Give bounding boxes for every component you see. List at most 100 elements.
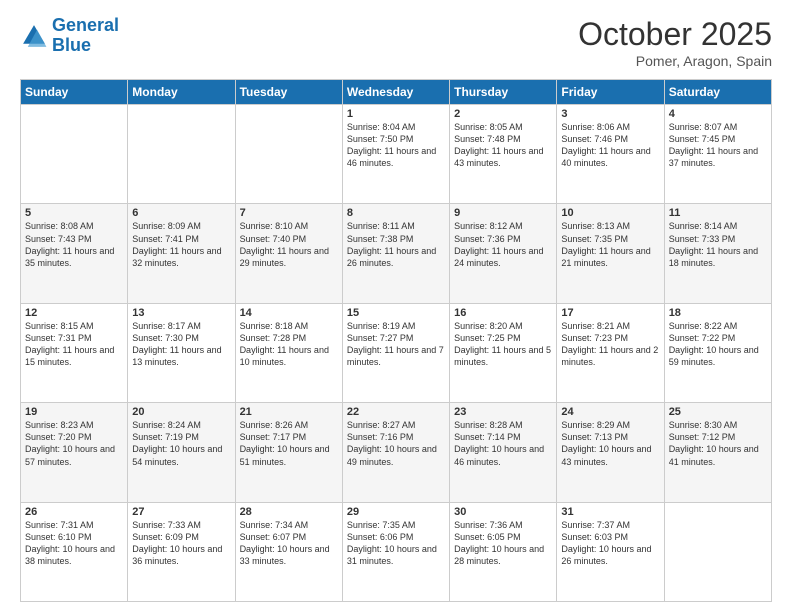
day-cell: 12Sunrise: 8:15 AM Sunset: 7:31 PM Dayli… [21,303,128,402]
day-number: 28 [240,506,338,518]
day-number: 13 [132,307,230,319]
day-cell [664,502,771,601]
day-number: 3 [561,108,659,120]
week-row-2: 5Sunrise: 8:08 AM Sunset: 7:43 PM Daylig… [21,204,772,303]
day-cell: 27Sunrise: 7:33 AM Sunset: 6:09 PM Dayli… [128,502,235,601]
day-info: Sunrise: 8:23 AM Sunset: 7:20 PM Dayligh… [25,419,123,468]
logo-icon [20,22,48,50]
day-cell: 10Sunrise: 8:13 AM Sunset: 7:35 PM Dayli… [557,204,664,303]
day-info: Sunrise: 8:08 AM Sunset: 7:43 PM Dayligh… [25,220,123,269]
day-cell: 22Sunrise: 8:27 AM Sunset: 7:16 PM Dayli… [342,403,449,502]
day-number: 18 [669,307,767,319]
day-cell: 15Sunrise: 8:19 AM Sunset: 7:27 PM Dayli… [342,303,449,402]
day-header-thursday: Thursday [450,80,557,105]
logo-general: General [52,15,119,35]
day-header-saturday: Saturday [664,80,771,105]
day-header-monday: Monday [128,80,235,105]
day-info: Sunrise: 8:09 AM Sunset: 7:41 PM Dayligh… [132,220,230,269]
day-info: Sunrise: 8:04 AM Sunset: 7:50 PM Dayligh… [347,121,445,170]
day-number: 20 [132,406,230,418]
day-cell: 6Sunrise: 8:09 AM Sunset: 7:41 PM Daylig… [128,204,235,303]
day-info: Sunrise: 8:21 AM Sunset: 7:23 PM Dayligh… [561,320,659,369]
logo: General Blue [20,16,119,56]
logo-text: General Blue [52,16,119,56]
day-cell: 4Sunrise: 8:07 AM Sunset: 7:45 PM Daylig… [664,105,771,204]
day-header-friday: Friday [557,80,664,105]
day-info: Sunrise: 8:22 AM Sunset: 7:22 PM Dayligh… [669,320,767,369]
day-cell: 25Sunrise: 8:30 AM Sunset: 7:12 PM Dayli… [664,403,771,502]
day-cell: 31Sunrise: 7:37 AM Sunset: 6:03 PM Dayli… [557,502,664,601]
header: General Blue October 2025 Pomer, Aragon,… [20,16,772,69]
day-number: 27 [132,506,230,518]
day-info: Sunrise: 8:26 AM Sunset: 7:17 PM Dayligh… [240,419,338,468]
day-info: Sunrise: 8:10 AM Sunset: 7:40 PM Dayligh… [240,220,338,269]
day-cell: 23Sunrise: 8:28 AM Sunset: 7:14 PM Dayli… [450,403,557,502]
day-cell: 19Sunrise: 8:23 AM Sunset: 7:20 PM Dayli… [21,403,128,502]
day-info: Sunrise: 8:28 AM Sunset: 7:14 PM Dayligh… [454,419,552,468]
day-number: 29 [347,506,445,518]
day-number: 21 [240,406,338,418]
day-info: Sunrise: 7:35 AM Sunset: 6:06 PM Dayligh… [347,519,445,568]
day-info: Sunrise: 8:15 AM Sunset: 7:31 PM Dayligh… [25,320,123,369]
day-number: 2 [454,108,552,120]
day-header-wednesday: Wednesday [342,80,449,105]
day-number: 31 [561,506,659,518]
day-number: 9 [454,207,552,219]
day-number: 26 [25,506,123,518]
day-cell [128,105,235,204]
day-info: Sunrise: 8:17 AM Sunset: 7:30 PM Dayligh… [132,320,230,369]
month-title: October 2025 [578,16,772,53]
day-cell: 8Sunrise: 8:11 AM Sunset: 7:38 PM Daylig… [342,204,449,303]
day-header-sunday: Sunday [21,80,128,105]
day-info: Sunrise: 8:24 AM Sunset: 7:19 PM Dayligh… [132,419,230,468]
day-number: 11 [669,207,767,219]
day-info: Sunrise: 7:36 AM Sunset: 6:05 PM Dayligh… [454,519,552,568]
day-cell: 24Sunrise: 8:29 AM Sunset: 7:13 PM Dayli… [557,403,664,502]
title-block: October 2025 Pomer, Aragon, Spain [578,16,772,69]
day-info: Sunrise: 8:13 AM Sunset: 7:35 PM Dayligh… [561,220,659,269]
day-number: 4 [669,108,767,120]
day-number: 15 [347,307,445,319]
day-cell: 11Sunrise: 8:14 AM Sunset: 7:33 PM Dayli… [664,204,771,303]
location: Pomer, Aragon, Spain [578,53,772,69]
day-info: Sunrise: 8:19 AM Sunset: 7:27 PM Dayligh… [347,320,445,369]
day-number: 23 [454,406,552,418]
day-cell: 26Sunrise: 7:31 AM Sunset: 6:10 PM Dayli… [21,502,128,601]
day-number: 10 [561,207,659,219]
day-info: Sunrise: 8:12 AM Sunset: 7:36 PM Dayligh… [454,220,552,269]
day-info: Sunrise: 7:33 AM Sunset: 6:09 PM Dayligh… [132,519,230,568]
day-number: 5 [25,207,123,219]
logo-blue: Blue [52,35,91,55]
day-number: 16 [454,307,552,319]
day-header-tuesday: Tuesday [235,80,342,105]
day-number: 24 [561,406,659,418]
week-row-4: 19Sunrise: 8:23 AM Sunset: 7:20 PM Dayli… [21,403,772,502]
day-number: 22 [347,406,445,418]
week-row-3: 12Sunrise: 8:15 AM Sunset: 7:31 PM Dayli… [21,303,772,402]
day-info: Sunrise: 8:14 AM Sunset: 7:33 PM Dayligh… [669,220,767,269]
day-cell [235,105,342,204]
week-row-1: 1Sunrise: 8:04 AM Sunset: 7:50 PM Daylig… [21,105,772,204]
day-number: 30 [454,506,552,518]
day-cell: 14Sunrise: 8:18 AM Sunset: 7:28 PM Dayli… [235,303,342,402]
header-row: SundayMondayTuesdayWednesdayThursdayFrid… [21,80,772,105]
day-info: Sunrise: 8:29 AM Sunset: 7:13 PM Dayligh… [561,419,659,468]
day-info: Sunrise: 8:07 AM Sunset: 7:45 PM Dayligh… [669,121,767,170]
day-cell: 1Sunrise: 8:04 AM Sunset: 7:50 PM Daylig… [342,105,449,204]
day-number: 25 [669,406,767,418]
day-cell: 9Sunrise: 8:12 AM Sunset: 7:36 PM Daylig… [450,204,557,303]
day-number: 6 [132,207,230,219]
day-info: Sunrise: 8:30 AM Sunset: 7:12 PM Dayligh… [669,419,767,468]
day-info: Sunrise: 8:05 AM Sunset: 7:48 PM Dayligh… [454,121,552,170]
day-cell [21,105,128,204]
day-cell: 20Sunrise: 8:24 AM Sunset: 7:19 PM Dayli… [128,403,235,502]
day-info: Sunrise: 7:37 AM Sunset: 6:03 PM Dayligh… [561,519,659,568]
day-number: 7 [240,207,338,219]
day-number: 12 [25,307,123,319]
day-cell: 28Sunrise: 7:34 AM Sunset: 6:07 PM Dayli… [235,502,342,601]
day-info: Sunrise: 8:27 AM Sunset: 7:16 PM Dayligh… [347,419,445,468]
day-cell: 17Sunrise: 8:21 AM Sunset: 7:23 PM Dayli… [557,303,664,402]
day-cell: 16Sunrise: 8:20 AM Sunset: 7:25 PM Dayli… [450,303,557,402]
day-cell: 29Sunrise: 7:35 AM Sunset: 6:06 PM Dayli… [342,502,449,601]
day-cell: 3Sunrise: 8:06 AM Sunset: 7:46 PM Daylig… [557,105,664,204]
